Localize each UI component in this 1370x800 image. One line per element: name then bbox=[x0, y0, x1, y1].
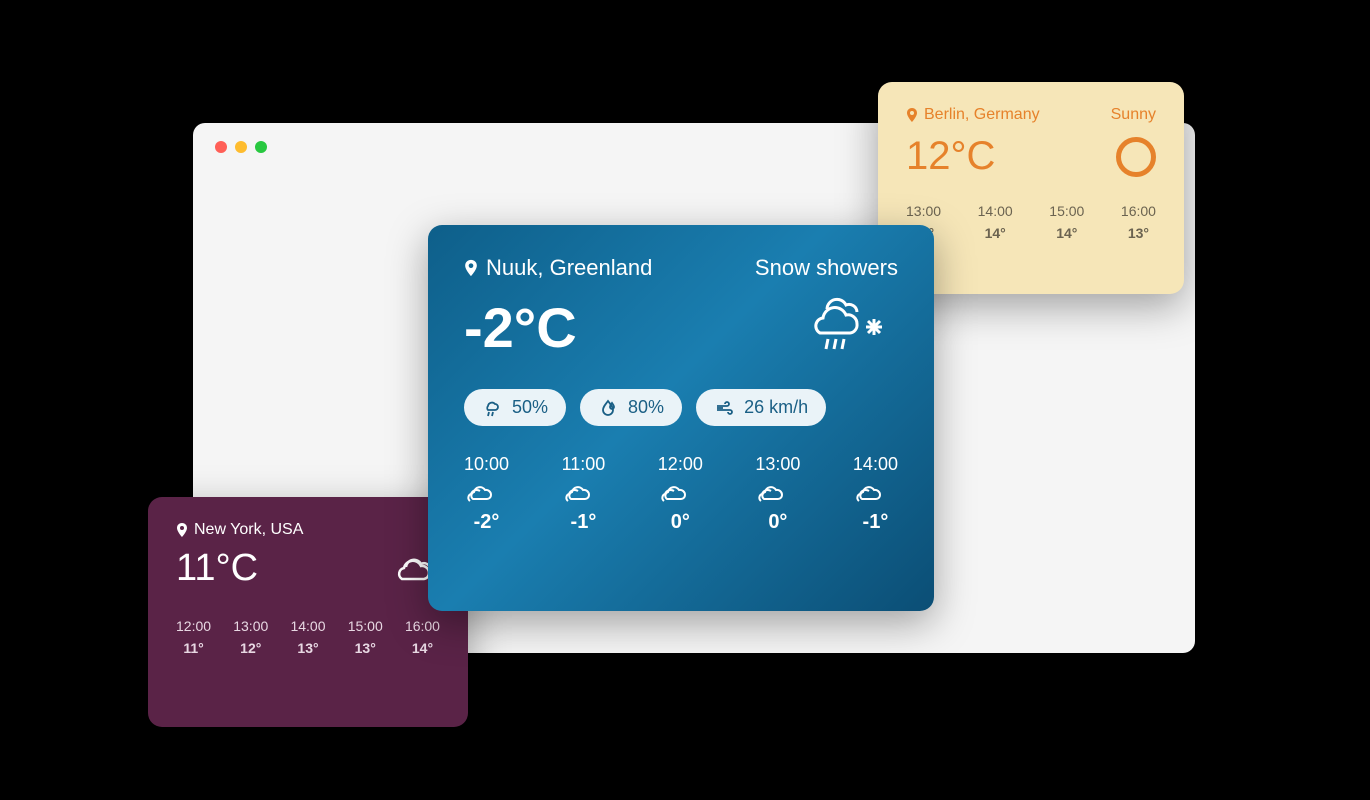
location-row: New York, USA bbox=[176, 521, 303, 539]
forecast-hour: 13:0012° bbox=[233, 618, 268, 656]
forecast-hour: 11:00 -1° bbox=[562, 454, 606, 534]
forecast-hour: 15:0014° bbox=[1049, 203, 1084, 241]
precip-pill: 50% bbox=[464, 389, 566, 426]
current-temp: 11°C bbox=[176, 547, 258, 590]
forecast-hour: 16:0014° bbox=[405, 618, 440, 656]
forecast-hour: 16:0013° bbox=[1121, 203, 1156, 241]
location-text: Nuuk, Greenland bbox=[486, 255, 652, 281]
forecast-hour: 12:0011° bbox=[176, 618, 211, 656]
rain-icon bbox=[482, 398, 502, 418]
window-minimize-button[interactable] bbox=[235, 141, 247, 153]
forecast-hour: 12:00 0° bbox=[658, 454, 703, 534]
snow-showers-icon bbox=[802, 291, 898, 363]
forecast-hour: 15:0013° bbox=[348, 618, 383, 656]
humidity-pill: 80% bbox=[580, 389, 682, 426]
forecast-hour: 14:0013° bbox=[290, 618, 325, 656]
humidity-value: 80% bbox=[628, 397, 664, 418]
wind-icon bbox=[714, 398, 734, 418]
location-text: Berlin, Germany bbox=[924, 106, 1040, 124]
cloud-icon bbox=[464, 481, 500, 507]
window-close-button[interactable] bbox=[215, 141, 227, 153]
wind-pill: 26 km/h bbox=[696, 389, 826, 426]
forecast-hour: 13:00 0° bbox=[755, 454, 800, 534]
forecast-hour: 14:00 -1° bbox=[853, 454, 898, 534]
precip-value: 50% bbox=[512, 397, 548, 418]
hourly-forecast: 13:0013° 14:0014° 15:0014° 16:0013° bbox=[906, 203, 1156, 241]
wind-value: 26 km/h bbox=[744, 397, 808, 418]
cloud-icon bbox=[562, 481, 598, 507]
location-pin-icon bbox=[464, 259, 478, 277]
location-text: New York, USA bbox=[194, 521, 303, 539]
location-pin-icon bbox=[176, 523, 188, 537]
location-row: Nuuk, Greenland bbox=[464, 255, 652, 281]
window-controls bbox=[215, 141, 267, 153]
current-temp: 12°C bbox=[906, 134, 995, 179]
window-maximize-button[interactable] bbox=[255, 141, 267, 153]
condition-text: Sunny bbox=[1111, 106, 1156, 124]
weather-card-nuuk[interactable]: Nuuk, Greenland Snow showers -2°C 50% 80… bbox=[428, 225, 934, 611]
cloud-icon bbox=[853, 481, 889, 507]
cloud-icon bbox=[755, 481, 791, 507]
cloud-icon bbox=[658, 481, 694, 507]
condition-text: Snow showers bbox=[755, 255, 898, 281]
hourly-forecast: 12:0011° 13:0012° 14:0013° 15:0013° 16:0… bbox=[176, 618, 440, 656]
forecast-hour: 10:00 -2° bbox=[464, 454, 509, 534]
location-row: Berlin, Germany bbox=[906, 106, 1040, 124]
hourly-forecast: 10:00 -2° 11:00 -1° 12:00 0° 13:00 0° 14… bbox=[464, 454, 898, 534]
humidity-icon bbox=[598, 398, 618, 418]
sun-icon bbox=[1116, 137, 1156, 177]
stats-row: 50% 80% 26 km/h bbox=[464, 389, 898, 426]
forecast-hour: 14:0014° bbox=[978, 203, 1013, 241]
weather-card-newyork[interactable]: New York, USA C 11°C 12:0011° 13:0012° 1… bbox=[148, 497, 468, 727]
location-pin-icon bbox=[906, 108, 918, 122]
current-temp: -2°C bbox=[464, 295, 577, 360]
